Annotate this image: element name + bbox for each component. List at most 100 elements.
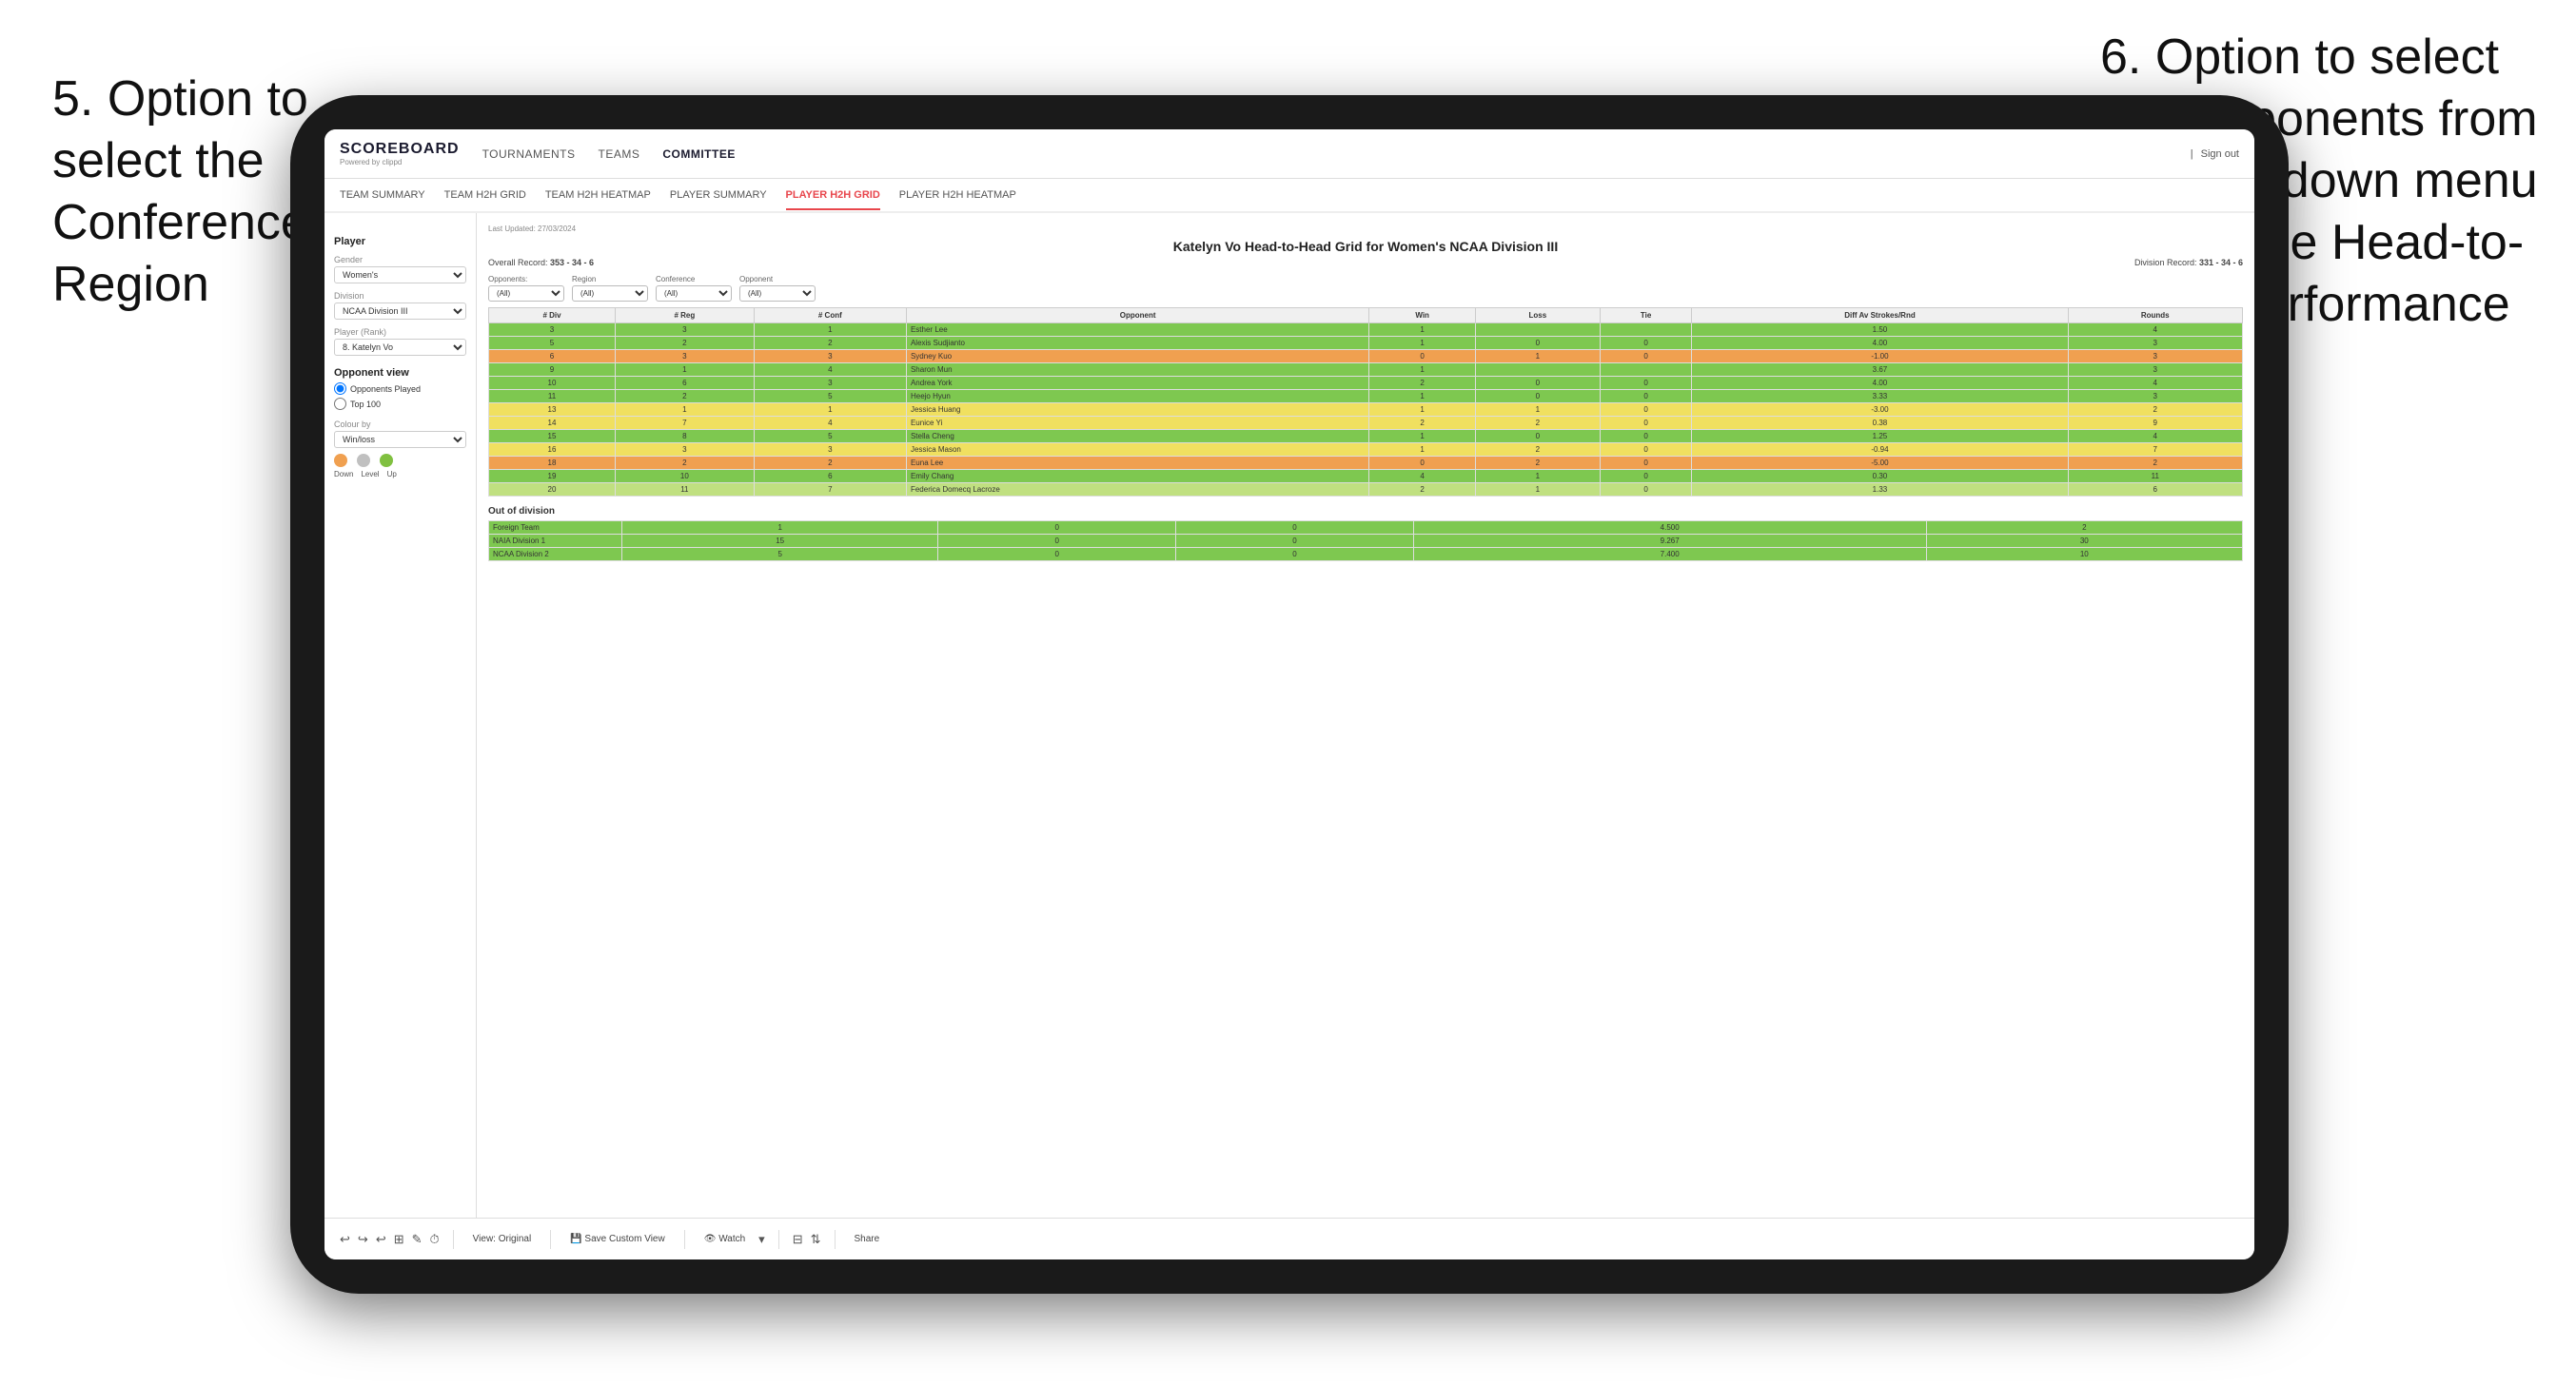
colour-circles	[334, 454, 466, 467]
td-rounds: 4	[2068, 323, 2243, 337]
th-div: # Div	[489, 308, 616, 323]
undo2-icon[interactable]: ↩	[376, 1232, 386, 1247]
separator-icon: |	[2191, 148, 2193, 160]
table-row: 15 8 5 Stella Cheng 1 0 0 1.25 4	[489, 430, 2243, 443]
td-ood-win: 15	[622, 535, 938, 548]
td-div: 6	[489, 350, 616, 363]
division-select[interactable]: NCAA Division III	[334, 303, 466, 320]
radio-top100[interactable]: Top 100	[334, 398, 466, 410]
subnav-player-h2h-grid[interactable]: PLAYER H2H GRID	[786, 182, 880, 210]
report-title: Katelyn Vo Head-to-Head Grid for Women's…	[488, 239, 2243, 254]
arrows-icon[interactable]: ⇅	[811, 1232, 821, 1247]
undo-icon[interactable]: ↩	[340, 1232, 350, 1247]
save-custom-view-btn[interactable]: 💾 Save Custom View	[564, 1231, 671, 1247]
td-reg: 8	[616, 430, 755, 443]
out-of-division-title: Out of division	[488, 506, 2243, 517]
td-reg: 6	[616, 377, 755, 390]
td-ood-name: NAIA Division 1	[489, 535, 622, 548]
logo-area: SCOREBOARD Powered by clippd	[340, 141, 460, 166]
td-tie: 0	[1600, 337, 1692, 350]
opponents-filter-select[interactable]: (All)	[488, 285, 564, 302]
td-div: 9	[489, 363, 616, 377]
td-diff: 1.33	[1692, 483, 2068, 497]
td-conf: 5	[754, 430, 906, 443]
td-diff: -0.94	[1692, 443, 2068, 457]
td-div: 11	[489, 390, 616, 403]
edit-icon[interactable]: ✎	[412, 1232, 423, 1247]
sign-out-button[interactable]: Sign out	[2201, 148, 2239, 160]
td-diff: 4.00	[1692, 337, 2068, 350]
table-row: 10 6 3 Andrea York 2 0 0 4.00 4	[489, 377, 2243, 390]
td-div: 3	[489, 323, 616, 337]
td-div: 19	[489, 470, 616, 483]
region-filter-select[interactable]: (All)	[572, 285, 648, 302]
td-div: 18	[489, 457, 616, 470]
copy-icon[interactable]: ⊞	[394, 1232, 404, 1247]
conference-filter-select[interactable]: (All)	[656, 285, 732, 302]
chevron-icon[interactable]: ▾	[758, 1232, 765, 1247]
logo-text: SCOREBOARD	[340, 141, 460, 158]
layout-icon[interactable]: ⊟	[793, 1232, 803, 1247]
td-diff: -5.00	[1692, 457, 2068, 470]
colour-by-select[interactable]: Win/loss	[334, 431, 466, 448]
nav-committee[interactable]: COMMITTEE	[662, 144, 736, 165]
division-record: Division Record: 331 - 34 - 6	[2134, 258, 2243, 267]
td-loss: 0	[1475, 390, 1600, 403]
gender-select[interactable]: Women's	[334, 266, 466, 283]
sub-nav: TEAM SUMMARY TEAM H2H GRID TEAM H2H HEAT…	[324, 179, 2254, 213]
td-opponent: Federica Domecq Lacroze	[906, 483, 1368, 497]
td-div: 15	[489, 430, 616, 443]
subnav-team-h2h-grid[interactable]: TEAM H2H GRID	[444, 182, 526, 208]
colour-by-label: Colour by	[334, 420, 466, 429]
td-conf: 5	[754, 390, 906, 403]
td-diff: 0.30	[1692, 470, 2068, 483]
opponent-filter-select[interactable]: (All)	[739, 285, 816, 302]
td-loss	[1475, 323, 1600, 337]
td-rounds: 7	[2068, 443, 2243, 457]
header-right: | Sign out	[2191, 148, 2239, 160]
td-tie: 0	[1600, 403, 1692, 417]
th-tie: Tie	[1600, 308, 1692, 323]
td-ood-win: 5	[622, 548, 938, 561]
td-div: 10	[489, 377, 616, 390]
conference-filter-group: Conference (All)	[656, 275, 732, 302]
td-ood-name: Foreign Team	[489, 521, 622, 535]
level-label: Level	[361, 470, 379, 478]
td-reg: 1	[616, 363, 755, 377]
share-btn[interactable]: Share	[849, 1231, 886, 1247]
gender-label: Gender	[334, 255, 466, 264]
td-win: 1	[1369, 337, 1476, 350]
redo-icon[interactable]: ↪	[358, 1232, 368, 1247]
th-win: Win	[1369, 308, 1476, 323]
td-opponent: Eunice Yi	[906, 417, 1368, 430]
td-conf: 7	[754, 483, 906, 497]
td-win: 1	[1369, 363, 1476, 377]
subnav-team-summary[interactable]: TEAM SUMMARY	[340, 182, 425, 208]
td-ood-loss: 0	[938, 535, 1176, 548]
nav-tournaments[interactable]: TOURNAMENTS	[482, 144, 576, 165]
watch-btn[interactable]: 👁 Watch	[698, 1231, 751, 1247]
td-tie: 0	[1600, 430, 1692, 443]
td-conf: 4	[754, 363, 906, 377]
td-diff: -3.00	[1692, 403, 2068, 417]
td-diff: -1.00	[1692, 350, 2068, 363]
subnav-player-summary[interactable]: PLAYER SUMMARY	[670, 182, 767, 208]
data-area: Last Updated: 27/03/2024 Katelyn Vo Head…	[477, 213, 2254, 1218]
td-ood-rounds: 30	[1926, 535, 2242, 548]
radio-opponents-played[interactable]: Opponents Played	[334, 382, 466, 395]
player-rank-select[interactable]: 8. Katelyn Vo	[334, 339, 466, 356]
clock-icon[interactable]: ⏱	[430, 1232, 440, 1247]
ood-table-row: NCAA Division 2 5 0 0 7.400 10	[489, 548, 2243, 561]
th-loss: Loss	[1475, 308, 1600, 323]
logo-sub: Powered by clippd	[340, 158, 460, 166]
td-loss: 2	[1475, 457, 1600, 470]
view-original-btn[interactable]: View: Original	[467, 1231, 538, 1247]
subnav-player-h2h-heatmap[interactable]: PLAYER H2H HEATMAP	[899, 182, 1016, 208]
nav-teams[interactable]: TEAMS	[599, 144, 640, 165]
td-conf: 3	[754, 377, 906, 390]
table-row: 5 2 2 Alexis Sudjianto 1 0 0 4.00 3	[489, 337, 2243, 350]
td-conf: 6	[754, 470, 906, 483]
subnav-team-h2h-heatmap[interactable]: TEAM H2H HEATMAP	[545, 182, 651, 208]
down-label: Down	[334, 470, 353, 478]
toolbar-sep-1	[453, 1230, 454, 1249]
